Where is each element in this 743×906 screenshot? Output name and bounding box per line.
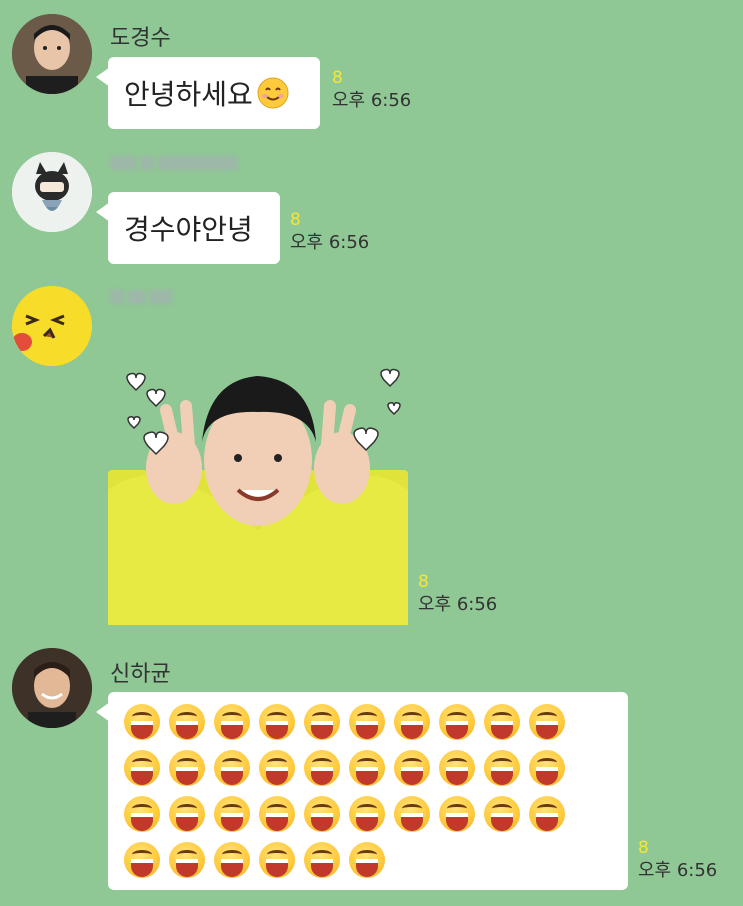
laughing-emoji-icon: [124, 750, 160, 786]
unread-count: 8: [332, 68, 343, 88]
cat-character-icon: [12, 152, 92, 232]
message-bubble[interactable]: [96, 692, 628, 890]
laughing-emoji-icon: [439, 704, 475, 740]
laughing-emoji-icon: [259, 704, 295, 740]
sender-name: 도경수: [110, 26, 171, 51]
unread-count: 8: [638, 838, 649, 858]
laughing-emoji-icon: [169, 750, 205, 786]
laughing-emoji-icon: [529, 704, 565, 740]
laughing-emoji-icon: [259, 796, 295, 832]
laughing-emoji-icon: [394, 704, 430, 740]
message-meta: 8 오후 6:56: [332, 68, 411, 112]
message-bubble[interactable]: 안녕하세요: [96, 57, 320, 129]
laughing-emoji-icon: [394, 796, 430, 832]
sender-name-blurred: [110, 286, 172, 308]
laughing-emoji-icon: [169, 704, 205, 740]
yellow-character-icon: [12, 286, 92, 366]
avatar[interactable]: [12, 286, 92, 366]
laughing-emoji-icon: [304, 704, 340, 740]
laughing-emoji-icon: [394, 750, 430, 786]
laughing-emoji-icon: [349, 796, 385, 832]
laughing-emoji-icon: [169, 796, 205, 832]
message-meta: 8 오후 6:56: [638, 838, 717, 882]
laughing-emoji-icon: [124, 796, 160, 832]
laughing-emoji-icon: [484, 704, 520, 740]
message-group-1: 도경수 안녕하세요 8 오후 6:56: [0, 0, 743, 140]
laughing-emoji-icon: [304, 750, 340, 786]
person-sticker-photo: [108, 368, 408, 625]
message-time: 오후 6:56: [332, 90, 412, 111]
message-group-2: 경수야안녕 8 오후 6:56: [0, 140, 743, 280]
avatar-photo: [12, 648, 92, 728]
smile-emoji-icon: [257, 77, 289, 109]
laughing-emoji-icon: [484, 750, 520, 786]
laughing-emoji-icon: [124, 704, 160, 740]
laughing-emoji-icon: [349, 842, 385, 878]
laughing-emoji-icon: [124, 842, 160, 878]
message-time: 오후 6:56: [290, 232, 370, 253]
message-time: 오후 6:56: [418, 594, 498, 615]
message-group-4: 신하균 8 오후 6:56: [0, 640, 743, 906]
laughing-emoji-icon: [214, 750, 250, 786]
laughing-emoji-icon: [169, 842, 205, 878]
laughing-emoji-icon: [214, 796, 250, 832]
laughing-emoji-icon: [529, 796, 565, 832]
laughing-emoji-icon: [439, 796, 475, 832]
laughing-emoji-icon: [484, 796, 520, 832]
message-text: 안녕하세요: [124, 78, 253, 111]
message-text: 경수야안녕: [124, 213, 253, 246]
laughing-emoji-icon: [214, 842, 250, 878]
laughing-emoji-icon: [349, 750, 385, 786]
sender-name: 신하균: [110, 662, 171, 687]
message-time: 오후 6:56: [638, 860, 718, 881]
laughing-emoji-icon: [439, 750, 475, 786]
message-meta: 8 오후 6:56: [418, 572, 497, 616]
message-meta: 8 오후 6:56: [290, 210, 369, 254]
unread-count: 8: [418, 572, 429, 592]
laughing-emoji-icon: [349, 704, 385, 740]
unread-count: 8: [290, 210, 301, 230]
laughing-emoji-icon: [529, 750, 565, 786]
laughing-emoji-icon: [304, 796, 340, 832]
avatar[interactable]: [12, 14, 92, 94]
laughing-emoji-icon: [259, 842, 295, 878]
message-bubble[interactable]: 경수야안녕: [96, 192, 280, 264]
avatar[interactable]: [12, 648, 92, 728]
avatar[interactable]: [12, 152, 92, 232]
laughing-emoji-icon: [214, 704, 250, 740]
sticker-image[interactable]: [108, 350, 408, 625]
laughing-emoji-icon: [304, 842, 340, 878]
laughing-emoji-icon: [259, 750, 295, 786]
avatar-photo: [12, 14, 92, 94]
sender-name-blurred: [110, 152, 238, 174]
